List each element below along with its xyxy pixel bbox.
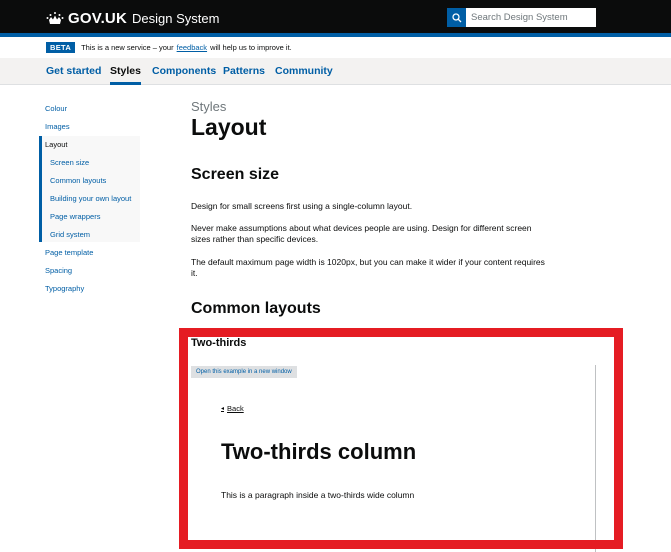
product-name: Design System <box>132 10 220 26</box>
sidebar-item-page-wrappers[interactable]: Page wrappers <box>50 212 100 221</box>
nav-item-components[interactable]: Components <box>152 65 216 82</box>
main-navigation: Get started Styles Components Patterns C… <box>0 58 671 85</box>
phase-tag: BETA <box>46 41 76 53</box>
sidebar-item-page-template[interactable]: Page template <box>45 248 93 257</box>
nav-item-styles[interactable]: Styles <box>110 65 141 85</box>
govuk-logo-link[interactable]: GOV.UK Design System <box>46 8 219 28</box>
back-link-label: Back <box>227 404 244 413</box>
sidebar-item-typography[interactable]: Typography <box>45 284 84 293</box>
sidebar-item-common-layouts[interactable]: Common layouts <box>50 176 106 185</box>
search-icon <box>451 12 461 22</box>
nav-item-community[interactable]: Community <box>275 65 333 82</box>
logo-text: GOV.UK <box>68 9 127 27</box>
back-link[interactable]: ◂ Back <box>221 404 244 413</box>
sidebar-current-section <box>39 136 140 242</box>
sidebar-item-colour[interactable]: Colour <box>45 104 67 113</box>
search-input[interactable]: Search Design System <box>466 8 596 27</box>
sidebar-item-building-your-own-layout[interactable]: Building your own layout <box>50 194 131 203</box>
search-button[interactable] <box>447 8 466 27</box>
sidebar-item-screen-size[interactable]: Screen size <box>50 158 89 167</box>
paragraph-1: Design for small screens first using a s… <box>191 201 413 211</box>
sidebar-item-spacing[interactable]: Spacing <box>45 266 72 275</box>
feedback-link[interactable]: feedback <box>177 43 207 52</box>
example-title: Two-thirds <box>191 337 247 349</box>
nav-item-get-started[interactable]: Get started <box>46 65 101 82</box>
search-form: Search Design System <box>447 8 596 27</box>
header-border <box>0 33 671 37</box>
nav-item-patterns[interactable]: Patterns <box>223 65 265 82</box>
page-caption: Styles <box>191 99 227 114</box>
header: GOV.UK Design System Search Design Syste… <box>0 0 671 33</box>
example-heading: Two-thirds column <box>221 439 417 464</box>
phase-text-after: will help us to improve it. <box>210 42 292 52</box>
sidebar-item-images[interactable]: Images <box>45 122 70 131</box>
sidebar-item-grid-system[interactable]: Grid system <box>50 230 90 239</box>
example-paragraph: This is a paragraph inside a two-thirds … <box>221 490 415 500</box>
phase-banner: BETA This is a new service – your feedba… <box>46 41 292 53</box>
example-frame-border <box>595 365 596 552</box>
crown-icon <box>46 11 64 24</box>
paragraph-3: The default maximum page width is 1020px… <box>191 257 545 278</box>
section-heading-common-layouts: Common layouts <box>191 300 321 317</box>
chevron-left-icon: ◂ <box>221 406 225 412</box>
phase-text-before: This is a new service – your <box>81 42 174 52</box>
open-example-link[interactable]: Open this example in a new window <box>191 366 297 378</box>
page-title: Layout <box>191 114 267 140</box>
sidebar-item-layout[interactable]: Layout <box>45 140 68 149</box>
section-heading-screen-size: Screen size <box>191 166 280 183</box>
paragraph-2: Never make assumptions about what device… <box>191 223 532 244</box>
